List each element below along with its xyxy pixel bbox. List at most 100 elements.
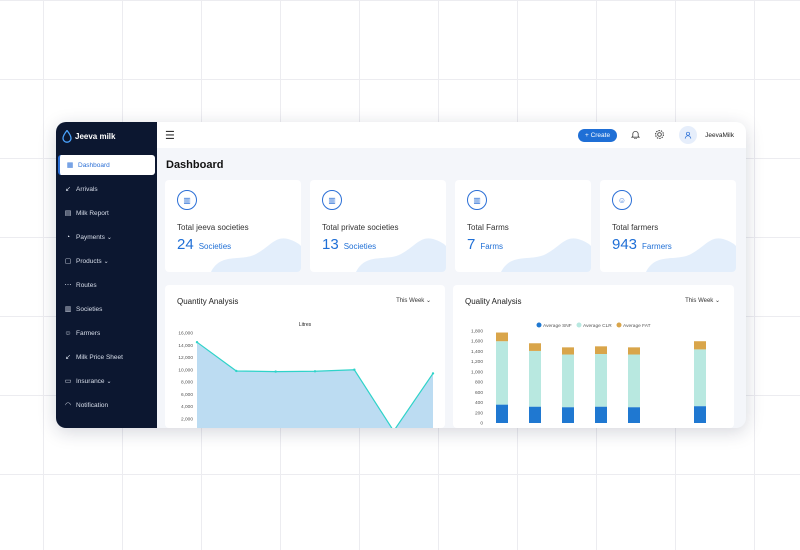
bar-segment[interactable] [562,354,574,408]
farmers-icon: ☺ [64,329,72,337]
bar-segment[interactable] [595,346,607,354]
y-tick-label: 1,400 [471,349,483,355]
gear-icon[interactable] [654,129,665,142]
data-point[interactable] [431,372,435,375]
y-tick-label: 2,000 [181,416,193,422]
bar-segment[interactable] [628,347,640,355]
page-title: Dashboard [166,159,224,171]
y-tick-label: 12,000 [178,355,193,361]
sidebar-item-label: Insurance [76,377,105,385]
sidebar-item-payments[interactable]: ◔ Payments ⌄ [58,227,155,247]
building-icon: ▥ [467,190,487,210]
societies-icon: ▥ [64,306,72,313]
legend-label: Average SNF [543,323,572,329]
legend-label: Average FAT [623,323,651,329]
sidebar-item-societies[interactable]: ▥ Societies [58,299,155,319]
sidebar-item-label: Milk Report [76,209,109,217]
y-tick-label: 1,800 [471,329,483,335]
bar-segment[interactable] [529,406,541,423]
grid-icon: ▦ [66,162,74,169]
y-tick-label: 800 [475,380,483,386]
stat-card: ▥ Total jeeva societies 24 Societies [165,180,301,272]
legend-swatch [576,322,582,328]
sidebar-item-insurance[interactable]: ▭ Insurance ⌄ [58,371,155,391]
data-point[interactable] [313,370,317,373]
payments-icon: ◔ [65,233,71,241]
sidebar-item-milk-report[interactable]: ▤ Milk Report [58,203,155,223]
sidebar-item-notification[interactable]: ◠ Notification [58,395,155,415]
bell-icon[interactable] [631,130,641,141]
bar-segment[interactable] [595,354,607,407]
hamburger-menu-icon[interactable]: ☰ [165,129,175,142]
sidebar-item-routes[interactable]: ⋯ Routes [58,275,155,295]
sidebar-item-milk-price-sheet[interactable]: ↙ Milk Price Sheet [58,347,155,367]
stat-card-label: Total Farms [467,223,509,232]
users-icon: ☺ [612,190,632,210]
bar-segment[interactable] [562,407,574,423]
bar-segment[interactable] [628,407,640,423]
bar-segment[interactable] [496,404,508,423]
sidebar-item-arrivals[interactable]: ↙ Arrivals [58,179,155,199]
bar-segment[interactable] [694,406,706,423]
avatar[interactable] [679,126,698,144]
stat-card-number: 943 [612,236,638,253]
app-window: Jeeva milk ▦ Dashboard ↙ Arrivals ▤ Milk Repo… [56,122,746,428]
stat-card-number: 7 [467,236,476,253]
bar-segment[interactable] [595,406,607,423]
bar-segment[interactable] [496,341,508,405]
sidebar-item-farmers[interactable]: ☺ Farmers [58,323,155,343]
bar-segment[interactable] [694,341,706,350]
y-tick-label: 0 [480,421,483,427]
chevron-down-icon: ⌄ [106,378,112,385]
sidebar-item-label: Milk Price Sheet [76,353,123,361]
stat-card-label: Total farmers [612,223,659,232]
bar-segment[interactable] [529,343,541,351]
bar-segment[interactable] [562,347,574,355]
data-point[interactable] [274,370,277,373]
create-button[interactable]: + Create [577,128,618,142]
legend-label: Average CLR [583,323,612,329]
card-wave-decoration [356,238,446,272]
card-wave-decoration [211,238,301,272]
sidebar-item-label: Societies [76,305,103,313]
bar-segment[interactable] [628,354,640,408]
insurance-icon: ▭ [64,378,72,385]
y-tick-label: 6,000 [181,392,193,398]
username[interactable]: JeevaMilk [705,132,734,139]
y-tick-label: 14,000 [178,343,193,349]
sidebar-item-products[interactable]: ▢ Products ⌄ [58,251,155,271]
data-point[interactable] [235,369,238,373]
building-icon: ▥ [177,190,197,210]
quality-analysis-panel: Quality Analysis This Week ⌄ Average SNF… [453,285,734,428]
y-tick-label: 8,000 [181,380,193,386]
sidebar-item-label: Notification [76,401,109,409]
chart-title: Litres [299,322,312,328]
sidebar-item-label: Dashboard [78,161,110,169]
data-point[interactable] [353,368,356,371]
topbar: ☰ + Create JeevaMilk [157,122,746,148]
bar-segment[interactable] [529,350,541,407]
y-tick-label: 1,000 [471,369,483,375]
area-fill [197,342,433,428]
sidebar-item-label: Routes [76,281,97,289]
sidebar-item-label: Payments [76,233,105,241]
y-tick-label: 200 [475,410,483,416]
user-icon [684,131,692,139]
building-icon: ▥ [322,190,342,210]
data-point[interactable] [195,340,199,344]
bar-segment[interactable] [496,332,508,342]
chevron-down-icon: ⌄ [103,258,109,265]
y-tick-label: 600 [475,390,483,396]
topbar-actions: + Create JeevaMilk [577,122,734,148]
price-sheet-icon: ↙ [65,354,71,361]
sidebar-item-dashboard[interactable]: ▦ Dashboard [58,155,155,175]
legend-swatch [536,322,542,328]
sidebar-item-label: Farmers [76,329,101,337]
bell-icon: ◠ [64,402,72,409]
y-tick-label: 10,000 [178,367,193,373]
y-tick-label: 1,200 [471,359,483,365]
bar-segment[interactable] [694,349,706,407]
sidebar: Jeeva milk ▦ Dashboard ↙ Arrivals ▤ Milk Repo… [56,122,157,428]
sidebar-item-label: Products [76,257,102,265]
card-wave-decoration [646,238,736,272]
